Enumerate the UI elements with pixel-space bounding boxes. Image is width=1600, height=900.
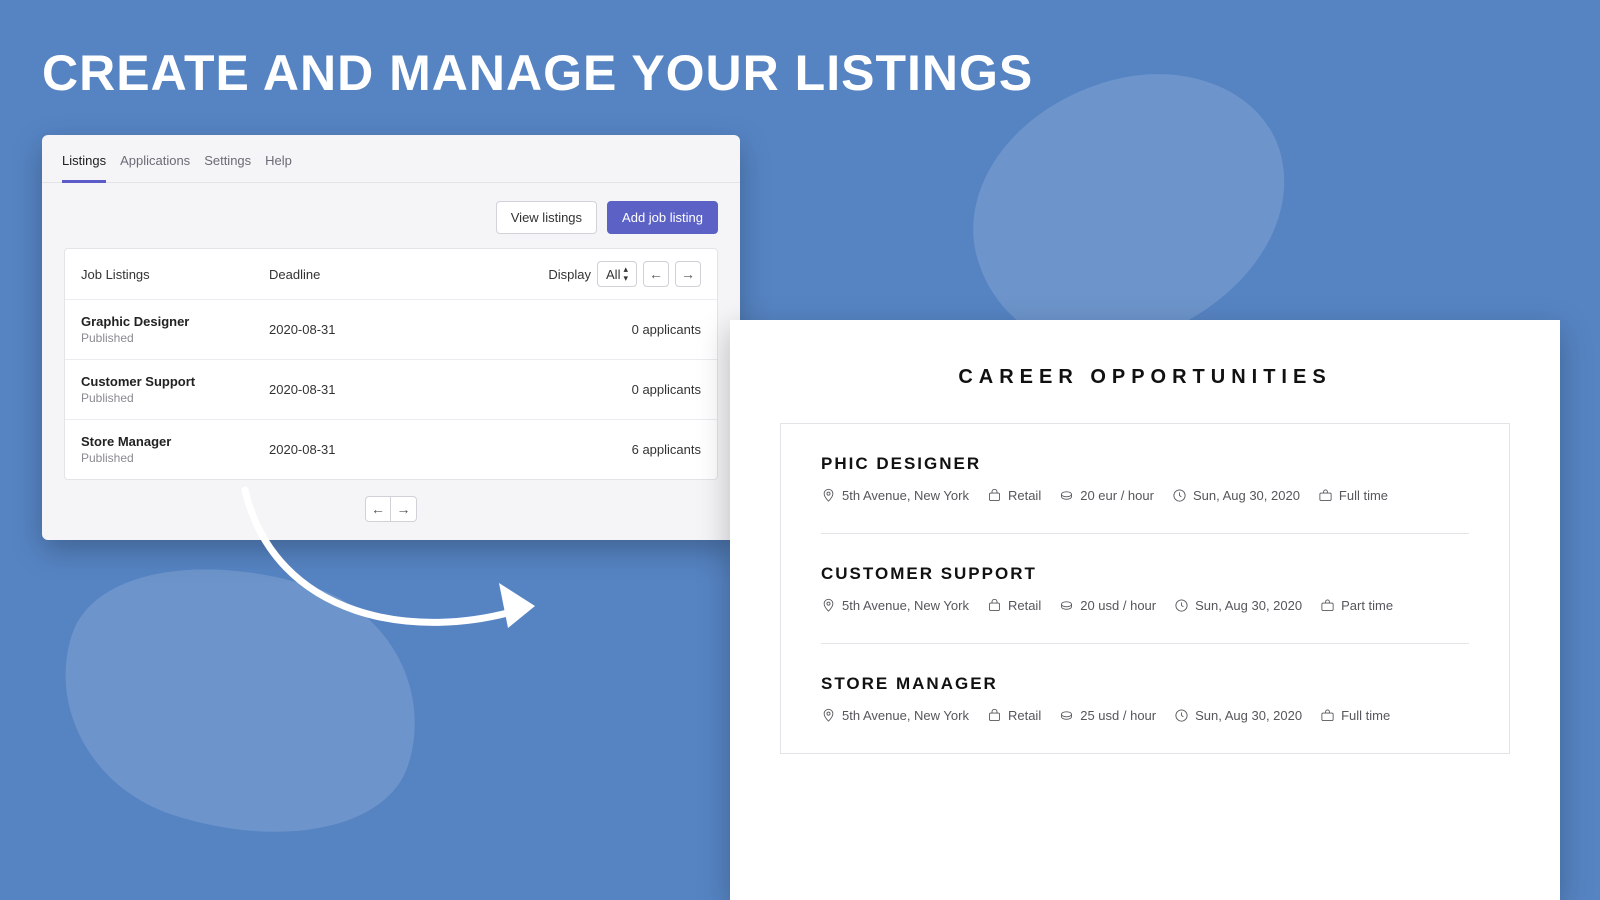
arrow-left-icon: ← — [649, 266, 663, 282]
job-title: STORE MANAGER — [821, 674, 1469, 694]
page-title: CREATE AND MANAGE YOUR LISTINGS — [42, 44, 1033, 102]
tab-bar: Listings Applications Settings Help — [42, 135, 740, 183]
job-type: Part time — [1341, 598, 1393, 613]
title-cell: Customer Support Published — [81, 374, 269, 405]
job-rate: 25 usd / hour — [1080, 708, 1156, 723]
display-label: Display — [548, 267, 591, 282]
tab-applications[interactable]: Applications — [120, 149, 190, 182]
job-card[interactable]: STORE MANAGER 5th Avenue, New York Retai… — [821, 644, 1469, 753]
clock-icon — [1172, 488, 1187, 503]
job-category: Retail — [1008, 598, 1041, 613]
job-date: Sun, Aug 30, 2020 — [1195, 598, 1302, 613]
category-icon — [987, 708, 1002, 723]
careers-preview-panel: CAREER OPPORTUNITIES PHIC DESIGNER 5th A… — [730, 320, 1560, 900]
briefcase-icon — [1318, 488, 1333, 503]
job-date: Sun, Aug 30, 2020 — [1195, 708, 1302, 723]
job-location: 5th Avenue, New York — [842, 598, 969, 613]
job-category: Retail — [1008, 708, 1041, 723]
applicants-cell: 0 applicants — [632, 322, 701, 337]
job-title: Graphic Designer — [81, 314, 269, 329]
col-header-deadline: Deadline — [269, 267, 548, 282]
clock-icon — [1174, 598, 1189, 613]
title-cell: Store Manager Published — [81, 434, 269, 465]
select-caret-icon: ▴▾ — [623, 265, 628, 283]
tab-listings[interactable]: Listings — [62, 149, 106, 183]
job-status: Published — [81, 451, 269, 465]
job-meta: 5th Avenue, New York Retail 25 usd / hou… — [821, 708, 1469, 723]
table-row[interactable]: Customer Support Published 2020-08-31 0 … — [65, 360, 717, 420]
money-icon — [1059, 598, 1074, 613]
flow-arrow-icon — [235, 478, 555, 658]
briefcase-icon — [1320, 708, 1335, 723]
next-page-button[interactable]: → — [675, 261, 701, 287]
deadline-cell: 2020-08-31 — [269, 382, 632, 397]
prev-page-button[interactable]: ← — [643, 261, 669, 287]
money-icon — [1059, 488, 1074, 503]
job-rate: 20 usd / hour — [1080, 598, 1156, 613]
add-job-button[interactable]: Add job listing — [607, 201, 718, 234]
job-meta: 5th Avenue, New York Retail 20 eur / hou… — [821, 488, 1469, 503]
careers-title: CAREER OPPORTUNITIES — [780, 366, 1510, 389]
view-listings-button[interactable]: View listings — [496, 201, 597, 234]
job-meta: 5th Avenue, New York Retail 20 usd / hou… — [821, 598, 1469, 613]
job-title: Customer Support — [81, 374, 269, 389]
display-filter-value: All — [606, 267, 620, 282]
job-card[interactable]: CUSTOMER SUPPORT 5th Avenue, New York Re… — [821, 534, 1469, 644]
job-location: 5th Avenue, New York — [842, 708, 969, 723]
job-date: Sun, Aug 30, 2020 — [1193, 488, 1300, 503]
job-listings-table: Job Listings Deadline Display All ▴▾ ← →… — [64, 248, 718, 480]
job-title: PHIC DESIGNER — [821, 454, 1469, 474]
job-status: Published — [81, 391, 269, 405]
table-row[interactable]: Graphic Designer Published 2020-08-31 0 … — [65, 300, 717, 360]
money-icon — [1059, 708, 1074, 723]
location-icon — [821, 598, 836, 613]
job-type: Full time — [1339, 488, 1388, 503]
careers-list: PHIC DESIGNER 5th Avenue, New York Retai… — [780, 423, 1510, 754]
deadline-cell: 2020-08-31 — [269, 442, 632, 457]
clock-icon — [1174, 708, 1189, 723]
job-title: CUSTOMER SUPPORT — [821, 564, 1469, 584]
job-rate: 20 eur / hour — [1080, 488, 1154, 503]
table-row[interactable]: Store Manager Published 2020-08-31 6 app… — [65, 420, 717, 479]
table-header: Job Listings Deadline Display All ▴▾ ← → — [65, 249, 717, 300]
tab-help[interactable]: Help — [265, 149, 292, 182]
location-icon — [821, 488, 836, 503]
applicants-cell: 6 applicants — [632, 442, 701, 457]
location-icon — [821, 708, 836, 723]
col-header-title: Job Listings — [81, 267, 269, 282]
job-location: 5th Avenue, New York — [842, 488, 969, 503]
applicants-cell: 0 applicants — [632, 382, 701, 397]
job-card[interactable]: PHIC DESIGNER 5th Avenue, New York Retai… — [821, 424, 1469, 534]
job-type: Full time — [1341, 708, 1390, 723]
arrow-right-icon: → — [681, 266, 695, 282]
job-title: Store Manager — [81, 434, 269, 449]
job-category: Retail — [1008, 488, 1041, 503]
title-cell: Graphic Designer Published — [81, 314, 269, 345]
display-filter-select[interactable]: All ▴▾ — [597, 261, 637, 287]
category-icon — [987, 488, 1002, 503]
job-status: Published — [81, 331, 269, 345]
display-filter-group: Display All ▴▾ ← → — [548, 261, 701, 287]
action-buttons: View listings Add job listing — [42, 183, 740, 248]
tab-settings[interactable]: Settings — [204, 149, 251, 182]
deadline-cell: 2020-08-31 — [269, 322, 632, 337]
briefcase-icon — [1320, 598, 1335, 613]
category-icon — [987, 598, 1002, 613]
